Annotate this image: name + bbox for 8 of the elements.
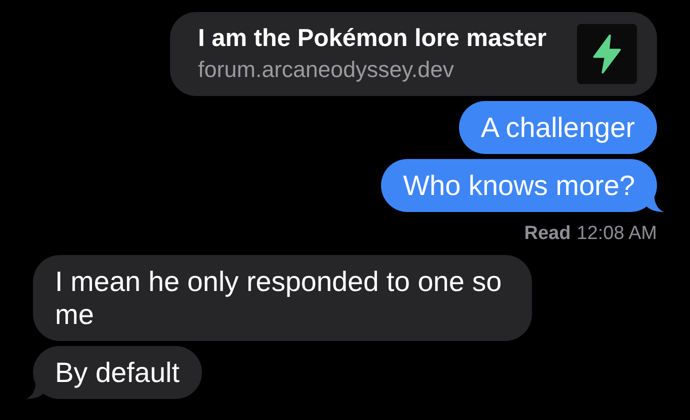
sent-message: A challenger	[458, 101, 657, 154]
link-preview[interactable]: I am the Pokémon lore master forum.arcaneodyssey.dev	[170, 12, 657, 96]
read-time: 12:08 AM	[576, 223, 657, 245]
received-message: I mean he only responded to one so me	[33, 255, 532, 341]
link-url: forum.arcaneodyssey.dev	[198, 57, 455, 83]
link-title: I am the Pokémon lore master	[198, 25, 547, 53]
read-status: Read	[524, 223, 571, 245]
lightning-icon	[590, 34, 624, 74]
